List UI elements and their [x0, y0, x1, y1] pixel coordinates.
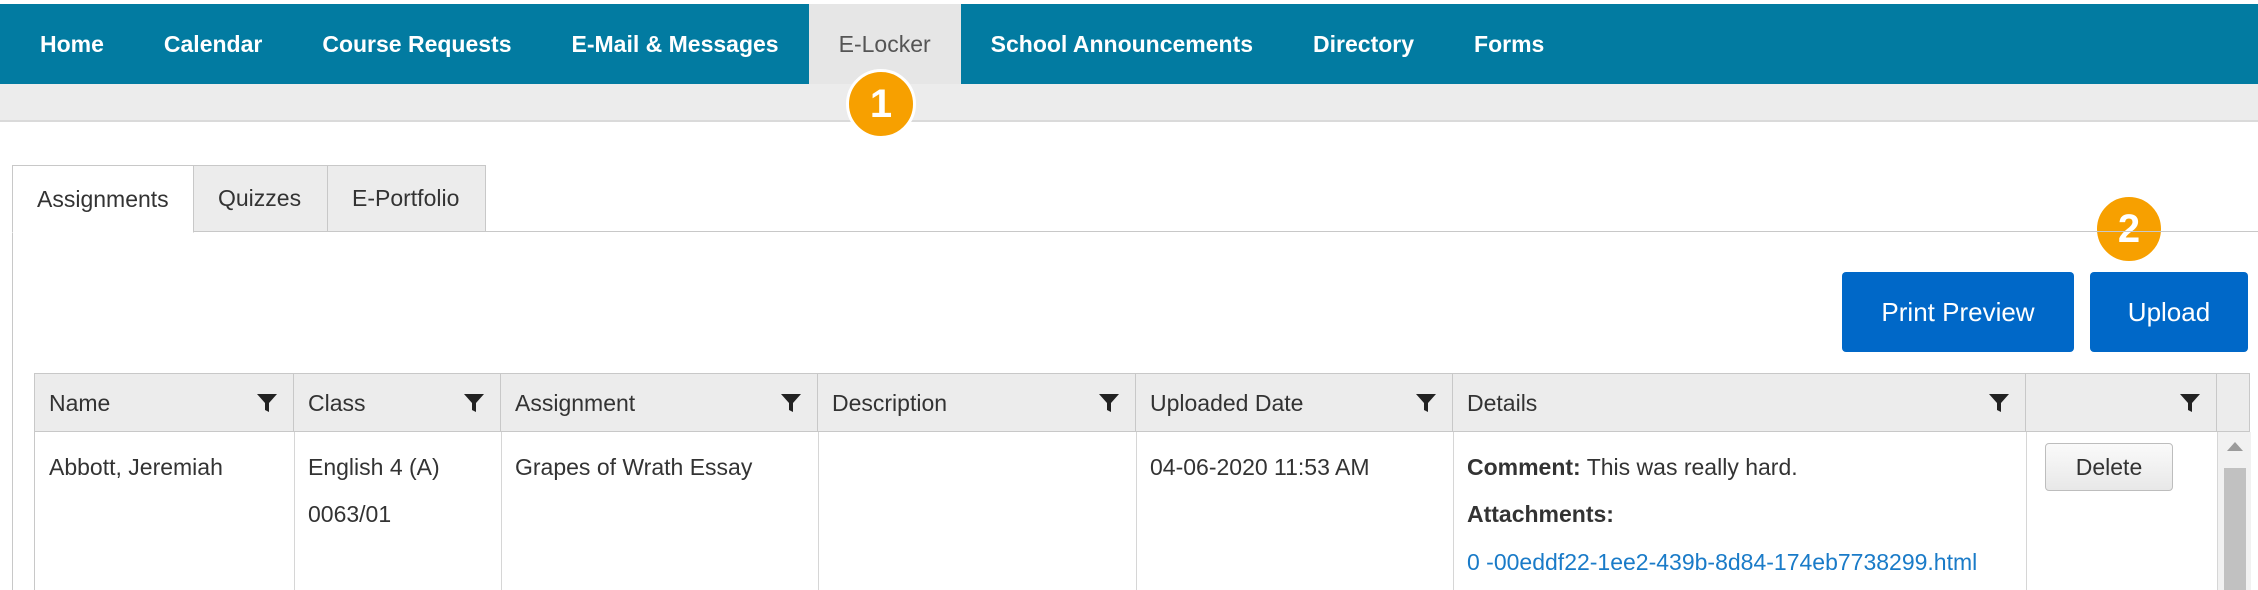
- table-header: Name Class Assignment Description Upload…: [35, 374, 2249, 432]
- column-divider: [1453, 432, 1454, 590]
- column-divider: [818, 432, 819, 590]
- column-divider: [1136, 432, 1137, 590]
- column-header-class[interactable]: Class: [294, 374, 501, 432]
- column-header-name[interactable]: Name: [35, 374, 294, 432]
- column-header-assignment[interactable]: Assignment: [501, 374, 818, 432]
- tab-bar: Assignments Quizzes E-Portfolio: [12, 165, 486, 233]
- cell-class-name: English 4 (A): [308, 454, 440, 480]
- comment-text: This was really hard.: [1586, 454, 1798, 480]
- scroll-thumb[interactable]: [2224, 468, 2246, 590]
- attachment-link[interactable]: 0 -00eddf22-1ee2-439b-8d84-174eb7738299.…: [1467, 539, 1977, 586]
- column-divider: [501, 432, 502, 590]
- filter-icon[interactable]: [779, 391, 803, 415]
- cell-uploaded-date: 04-06-2020 11:53 AM: [1150, 454, 1370, 480]
- comment-label: Comment:: [1467, 454, 1581, 480]
- nav-course-requests[interactable]: Course Requests: [292, 4, 541, 84]
- tab-assignments[interactable]: Assignments: [12, 165, 194, 233]
- cell-class-code: 0063/01: [308, 501, 392, 527]
- column-divider: [294, 432, 295, 590]
- nav-school-announcements[interactable]: School Announcements: [961, 4, 1283, 84]
- column-divider: [2026, 432, 2027, 590]
- tab-quizzes[interactable]: Quizzes: [194, 165, 328, 232]
- scroll-up-arrow-icon[interactable]: [2227, 442, 2243, 451]
- filter-icon[interactable]: [1987, 391, 2011, 415]
- sub-bar: [0, 84, 2258, 122]
- nav-home[interactable]: Home: [0, 4, 134, 84]
- print-preview-button[interactable]: Print Preview: [1842, 272, 2074, 352]
- nav-calendar[interactable]: Calendar: [134, 4, 292, 84]
- cell-name: Abbott, Jeremiah: [49, 454, 223, 480]
- filter-icon[interactable]: [255, 391, 279, 415]
- tab-e-portfolio[interactable]: E-Portfolio: [328, 165, 486, 232]
- column-header-description[interactable]: Description: [818, 374, 1136, 432]
- callout-marker-2: 2: [2094, 194, 2164, 264]
- nav-email-messages[interactable]: E-Mail & Messages: [542, 4, 809, 84]
- column-header-details[interactable]: Details: [1453, 374, 2026, 432]
- cell-comment: Comment: This was really hard.: [1467, 444, 1798, 491]
- upload-button[interactable]: Upload: [2090, 272, 2248, 352]
- attachments-label: Attachments:: [1467, 501, 1614, 527]
- filter-icon[interactable]: [2178, 391, 2202, 415]
- column-header-uploaded-date[interactable]: Uploaded Date: [1136, 374, 1453, 432]
- cell-assignment: Grapes of Wrath Essay: [515, 454, 753, 480]
- filter-icon[interactable]: [462, 391, 486, 415]
- top-nav: Home Calendar Course Requests E-Mail & M…: [0, 4, 2258, 84]
- assignments-table: Name Class Assignment Description Upload…: [34, 373, 2251, 590]
- callout-marker-1: 1: [846, 69, 916, 139]
- delete-button[interactable]: Delete: [2045, 443, 2173, 491]
- filter-icon[interactable]: [1414, 391, 1438, 415]
- filter-icon[interactable]: [1097, 391, 1121, 415]
- panel-border: [12, 231, 13, 590]
- nav-forms[interactable]: Forms: [1444, 4, 1574, 84]
- nav-directory[interactable]: Directory: [1283, 4, 1444, 84]
- vertical-scrollbar[interactable]: [2217, 432, 2251, 590]
- column-header-actions[interactable]: [2026, 374, 2217, 432]
